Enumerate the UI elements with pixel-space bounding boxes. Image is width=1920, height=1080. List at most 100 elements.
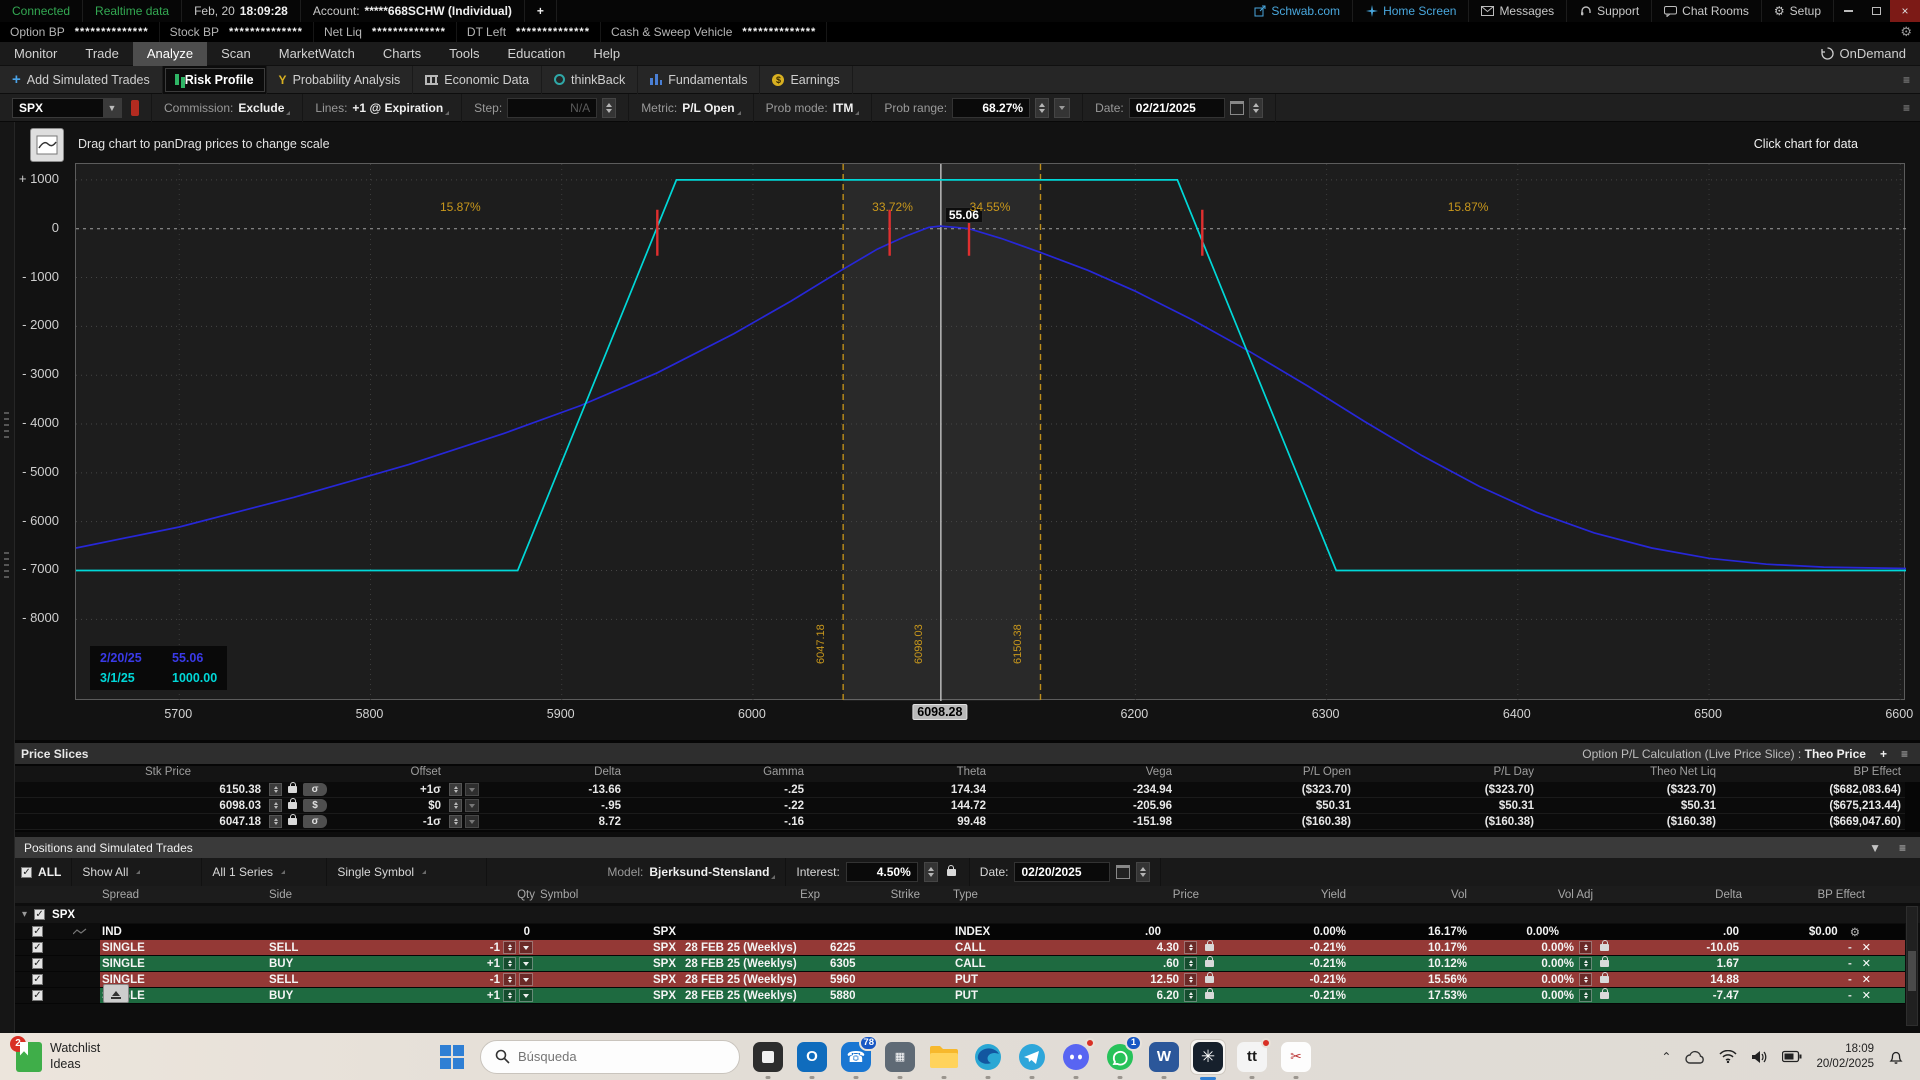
menu-tab[interactable]: Analyze — [133, 42, 207, 66]
trade-side[interactable]: SELL — [265, 972, 430, 987]
symbol-input[interactable]: SPX ▼ — [12, 98, 122, 118]
menu-tab[interactable]: Scan — [207, 42, 265, 66]
menu-tab[interactable]: Monitor — [0, 42, 71, 66]
taskbar-calculator[interactable]: ▦ — [883, 1040, 917, 1074]
collapse-arrow-icon[interactable]: ▾ — [22, 909, 27, 920]
all-checkbox[interactable]: ✓ — [21, 867, 32, 878]
trade-strike[interactable]: 5960 — [820, 972, 945, 987]
trade-spread[interactable]: SINGLE — [100, 956, 265, 971]
lock-icon[interactable] — [1205, 944, 1214, 951]
taskbar-thinkorswim[interactable]: ✳ — [1191, 1040, 1225, 1074]
commission-setting[interactable]: Commission: Exclude — [152, 94, 303, 122]
col-gamma[interactable]: Gamma — [625, 766, 808, 782]
trade-price[interactable]: 6.20 — [1157, 990, 1179, 1002]
menu-list-icon[interactable]: ≡ — [1903, 101, 1920, 115]
symbol-group-row[interactable]: ▾ ✓ SPX — [0, 906, 1920, 923]
menu-tab[interactable]: Trade — [71, 42, 132, 66]
taskbar-phone-link[interactable]: ☎ 78 — [839, 1040, 873, 1074]
remove-trade-button[interactable]: ✕ — [1852, 989, 1871, 1002]
col-offset[interactable]: Offset — [370, 766, 445, 782]
filter-show-all[interactable]: Show All — [72, 858, 202, 886]
qty-stepper[interactable] — [503, 973, 516, 986]
slice-price-stepper[interactable] — [269, 783, 282, 796]
slice-offset-stepper[interactable] — [449, 783, 462, 796]
trade-price[interactable]: .60 — [1163, 958, 1179, 970]
add-simulated-trades-button[interactable]: + Add Simulated Trades — [0, 66, 163, 94]
qty-dropdown[interactable] — [519, 941, 533, 954]
interest-input[interactable]: 4.50% — [846, 862, 918, 882]
slice-price-stepper[interactable] — [269, 815, 282, 828]
tab-probability-analysis[interactable]: Y Probability Analysis — [267, 66, 414, 94]
tab-earnings[interactable]: $ Earnings — [760, 66, 852, 94]
tab-economic-data[interactable]: Economic Data — [413, 66, 542, 94]
lines-setting[interactable]: Lines: +1 @ Expiration — [303, 94, 462, 122]
price-stepper[interactable] — [1184, 973, 1197, 986]
gear-icon[interactable]: ⚙ — [1850, 925, 1860, 939]
price-stepper[interactable] — [1184, 957, 1197, 970]
lock-icon[interactable] — [288, 786, 297, 793]
wifi-icon[interactable] — [1719, 1050, 1737, 1063]
lock-icon[interactable] — [288, 818, 297, 825]
col-pl-open[interactable]: P/L Open — [1176, 766, 1355, 782]
menu-tab[interactable]: Tools — [435, 42, 493, 66]
col-yield[interactable]: Yield — [1225, 886, 1350, 903]
qty-dropdown[interactable] — [519, 957, 533, 970]
tab-fundamentals[interactable]: Fundamentals — [638, 66, 760, 94]
battery-icon[interactable] — [1782, 1050, 1802, 1063]
row-checkbox[interactable]: ✓ — [32, 990, 43, 1001]
setup-button[interactable]: ⚙ Setup — [1762, 0, 1834, 22]
row-checkbox[interactable]: ✓ — [32, 958, 43, 969]
slice-mode-badge[interactable]: σ — [303, 815, 327, 828]
row-checkbox[interactable]: ✓ — [32, 942, 43, 953]
calendar-icon[interactable] — [1230, 101, 1244, 115]
pos-date-stepper[interactable] — [1136, 862, 1150, 882]
taskbar-file-explorer[interactable] — [927, 1040, 961, 1074]
trade-side[interactable]: BUY — [265, 988, 430, 1003]
filter-model[interactable]: Model: Bjerksund-Stensland — [597, 858, 786, 886]
col-bp-effect[interactable]: BP Effect — [1745, 886, 1905, 903]
menu-tab[interactable]: Help — [579, 42, 634, 66]
slice-mode-badge[interactable]: $ — [303, 799, 327, 812]
price-stepper[interactable] — [1184, 941, 1197, 954]
gear-icon[interactable]: ⚙ — [1900, 24, 1920, 40]
col-vega[interactable]: Vega — [990, 766, 1176, 782]
home-screen-button[interactable]: Home Screen — [1353, 0, 1469, 22]
ondemand-button[interactable]: OnDemand — [1821, 46, 1920, 61]
row-checkbox[interactable]: ✓ — [32, 926, 43, 937]
menu-list-icon[interactable]: ≡ — [1903, 73, 1920, 87]
col-stk-price[interactable]: Stk Price — [15, 766, 265, 782]
col-theta[interactable]: Theta — [808, 766, 990, 782]
date-input[interactable]: 02/21/2025 — [1129, 98, 1225, 118]
col-vol-adj[interactable]: Vol Adj — [1470, 886, 1620, 903]
lock-icon[interactable] — [947, 869, 956, 876]
filter-symbol-mode[interactable]: Single Symbol — [327, 858, 487, 886]
trade-price[interactable]: 4.30 — [1157, 942, 1179, 954]
messages-button[interactable]: Messages — [1469, 0, 1567, 22]
calendar-icon[interactable] — [1116, 865, 1130, 879]
qty-dropdown[interactable] — [519, 989, 533, 1002]
scrollbar-thumb[interactable] — [1908, 951, 1916, 991]
slice-price[interactable]: 6047.18 — [15, 814, 265, 829]
notifications-bell-icon[interactable] — [1888, 1049, 1904, 1065]
pos-date-input[interactable]: 02/20/2025 — [1014, 862, 1110, 882]
trade-expiration[interactable]: 28 FEB 25 (Weeklys) — [680, 972, 820, 987]
col-spread[interactable]: Spread — [100, 886, 265, 903]
menu-list-icon[interactable]: ≡ — [1901, 747, 1908, 761]
prob-range-input[interactable]: 68.27% — [952, 98, 1030, 118]
filter-icon[interactable]: ▼ — [1869, 841, 1881, 855]
onedrive-cloud-icon[interactable] — [1685, 1050, 1705, 1064]
slice-offset-dropdown[interactable] — [465, 815, 479, 828]
trade-expiration[interactable]: 28 FEB 25 (Weeklys) — [680, 940, 820, 955]
trade-vol-adj[interactable]: 0.00% — [1541, 942, 1574, 954]
trade-strike[interactable]: 6225 — [820, 940, 945, 955]
lock-icon[interactable] — [1205, 960, 1214, 967]
speaker-icon[interactable] — [1751, 1050, 1768, 1064]
col-delta[interactable]: Delta — [1620, 886, 1745, 903]
vol-adj-stepper[interactable] — [1579, 957, 1592, 970]
tab-risk-profile[interactable]: Risk Profile — [163, 66, 267, 94]
taskbar-app-window[interactable] — [751, 1040, 785, 1074]
search-input[interactable] — [518, 1049, 698, 1064]
trade-vol-adj[interactable]: 0.00% — [1541, 958, 1574, 970]
trade-option-type[interactable]: PUT — [945, 972, 1050, 987]
lock-icon[interactable] — [1205, 992, 1214, 999]
